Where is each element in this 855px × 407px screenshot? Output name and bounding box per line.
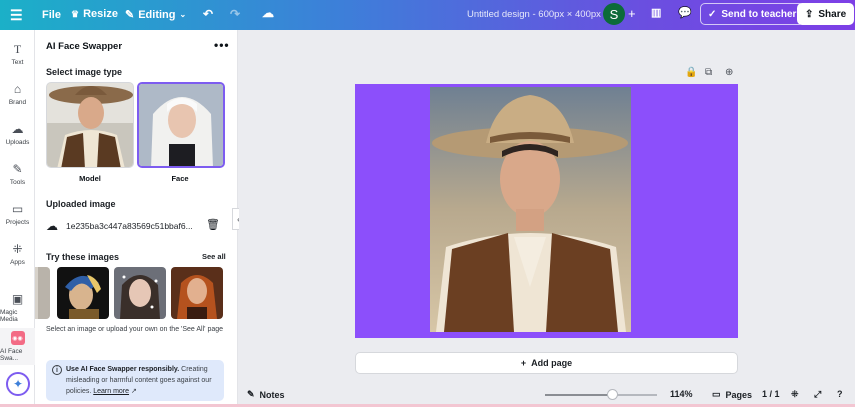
rail-item-label: Tools — [9, 179, 26, 186]
rail-item-projects[interactable]: ▭ Projects — [0, 202, 35, 226]
try-image-winter-woman[interactable] — [114, 267, 166, 319]
notes-label: Notes — [259, 389, 285, 400]
rail-item-uploads[interactable]: ☁ Uploads — [0, 122, 35, 146]
try-image-pearl-earring[interactable] — [57, 267, 109, 319]
add-page-label: Add page — [531, 358, 573, 368]
ai-face-swapper-panel: AI Face Swapper ••• Select image type Mo… — [35, 30, 238, 407]
editing-label: Editing — [138, 8, 176, 21]
rail-item-magic-media[interactable]: ▣ Magic Media — [0, 292, 35, 323]
add-page-icon[interactable]: ⊕ — [725, 67, 733, 78]
notes-icon: ✎ — [247, 389, 255, 399]
ai-face-swapper-icon: ◉◉ — [10, 331, 25, 345]
more-options-icon[interactable]: ••• — [214, 38, 230, 52]
text-icon: T — [13, 41, 22, 56]
duplicate-page-icon[interactable]: ⧉ — [705, 67, 712, 78]
uploaded-filename: 1e235ba3c447a83569c51bbaf6... — [66, 221, 193, 231]
rail-item-ai-face-swapper[interactable]: ◉◉ AI Face Swa... — [0, 328, 35, 365]
zoom-slider[interactable] — [545, 394, 657, 396]
pencil-icon: ✎ — [125, 9, 135, 21]
type-option-face-label: Face — [171, 174, 189, 183]
external-link-icon: ↗ — [130, 388, 137, 395]
notice-bold: Use AI Face Swapper responsibly. — [66, 366, 180, 373]
hamburger-icon[interactable]: ☰ — [10, 7, 23, 24]
resize-label: Resize — [83, 8, 118, 20]
undo-icon[interactable]: ↶ — [203, 7, 213, 21]
grid-view-icon[interactable]: ⁜ — [791, 389, 799, 400]
upload-icon: ☁ — [11, 122, 24, 136]
face-thumbnail — [139, 84, 223, 166]
redo-icon[interactable]: ↷ — [230, 7, 240, 21]
try-image-red-hair-woman[interactable] — [171, 267, 223, 319]
page-counter[interactable]: 1 / 1 — [762, 389, 780, 399]
tools-icon: ✎ — [12, 162, 23, 176]
zoom-slider-handle[interactable] — [607, 389, 619, 400]
share-label: Share — [818, 8, 847, 20]
cloud-saved-icon[interactable]: ☁ — [262, 6, 274, 20]
share-button[interactable]: ⇪ Share — [797, 3, 855, 25]
zoom-level[interactable]: 114% — [670, 389, 693, 399]
help-text: Select an image or upload your own on th… — [46, 326, 224, 333]
cowboy-photo-image — [430, 87, 631, 332]
comment-icon[interactable]: 💬 — [678, 6, 692, 19]
pages-button[interactable]: ▭ Pages — [712, 389, 752, 400]
design-title[interactable]: Untitled design - 600px × 400px — [467, 9, 601, 20]
rail-item-label: AI Face Swa... — [0, 348, 23, 362]
try-image-0[interactable] — [35, 267, 50, 319]
send-to-teacher-button[interactable]: ✓ Send to teacher — [700, 3, 805, 25]
model-thumbnail — [47, 83, 133, 167]
rail-item-text[interactable]: T Text — [0, 41, 35, 67]
rail-item-label: Magic Media — [0, 309, 18, 323]
send-to-teacher-label: Send to teacher — [721, 8, 797, 20]
rail-item-brand[interactable]: ⌂ Brand — [0, 82, 35, 106]
learn-more-link[interactable]: Learn more — [93, 388, 129, 395]
crown-icon: ♛ — [71, 8, 80, 19]
rail-item-label: Apps — [10, 259, 25, 266]
folder-icon: ▭ — [11, 202, 24, 216]
add-page-button[interactable]: + Add page — [355, 352, 738, 374]
zoom-slider-fill — [545, 394, 613, 396]
plus-icon: + — [520, 358, 527, 368]
try-images-heading: Try these images — [46, 252, 120, 262]
rail-item-label: Brand — [8, 99, 27, 106]
type-option-model[interactable] — [46, 82, 134, 168]
rail-item-tools[interactable]: ✎ Tools — [0, 162, 35, 186]
type-option-face[interactable] — [137, 82, 225, 168]
pages-label: Pages — [725, 389, 753, 400]
uploaded-file-row: ☁ 1e235ba3c447a83569c51bbaf6... — [46, 219, 226, 233]
notes-button[interactable]: ✎ Notes — [247, 389, 285, 400]
brand-icon: ⌂ — [13, 82, 22, 96]
magic-sparkle-icon[interactable]: ✦ — [6, 372, 30, 396]
help-icon[interactable]: ? — [837, 389, 843, 399]
see-all-link[interactable]: See all — [202, 252, 226, 261]
fullscreen-icon[interactable]: ⤢ — [814, 389, 821, 400]
insights-icon[interactable]: ▥ — [651, 6, 661, 19]
type-option-model-label: Model — [79, 174, 101, 183]
magic-media-icon: ▣ — [11, 292, 24, 306]
cowboy-photo[interactable] — [430, 87, 631, 332]
resize-button[interactable]: ♛ Resize — [71, 8, 118, 20]
share-icon: ⇪ — [805, 8, 814, 20]
trash-icon[interactable]: 🗑 — [206, 218, 220, 231]
file-menu[interactable]: File — [42, 9, 61, 21]
pages-icon: ▭ — [712, 389, 721, 399]
select-type-heading: Select image type — [46, 67, 123, 77]
apps-icon: ⁜ — [12, 242, 23, 256]
upload-cloud-icon[interactable]: ☁ — [46, 219, 58, 233]
panel-title: AI Face Swapper — [46, 41, 123, 52]
rail-item-label: Text — [11, 59, 24, 66]
responsible-use-notice: i Use AI Face Swapper responsibly. Creat… — [46, 360, 224, 401]
lock-icon[interactable]: 🔒 — [685, 67, 697, 78]
rail-item-apps[interactable]: ⁜ Apps — [0, 242, 35, 266]
info-icon: i — [52, 365, 62, 375]
top-toolbar: ☰ File ♛ Resize ✎ Editing ⌄ ↶ ↷ ☁ Untitl… — [0, 0, 855, 30]
avatar[interactable]: S — [603, 3, 625, 25]
left-rail: T Text ⌂ Brand ☁ Uploads ✎ Tools ▭ Proje… — [0, 30, 35, 407]
uploaded-heading: Uploaded image — [46, 199, 116, 209]
rail-item-label: Projects — [5, 219, 30, 226]
chevron-down-icon: ⌄ — [179, 10, 187, 19]
check-circle-icon: ✓ — [708, 8, 717, 20]
add-collaborator-icon[interactable]: + — [628, 6, 636, 21]
rail-item-label: Uploads — [5, 139, 30, 146]
editing-dropdown[interactable]: ✎ Editing ⌄ — [125, 8, 187, 22]
